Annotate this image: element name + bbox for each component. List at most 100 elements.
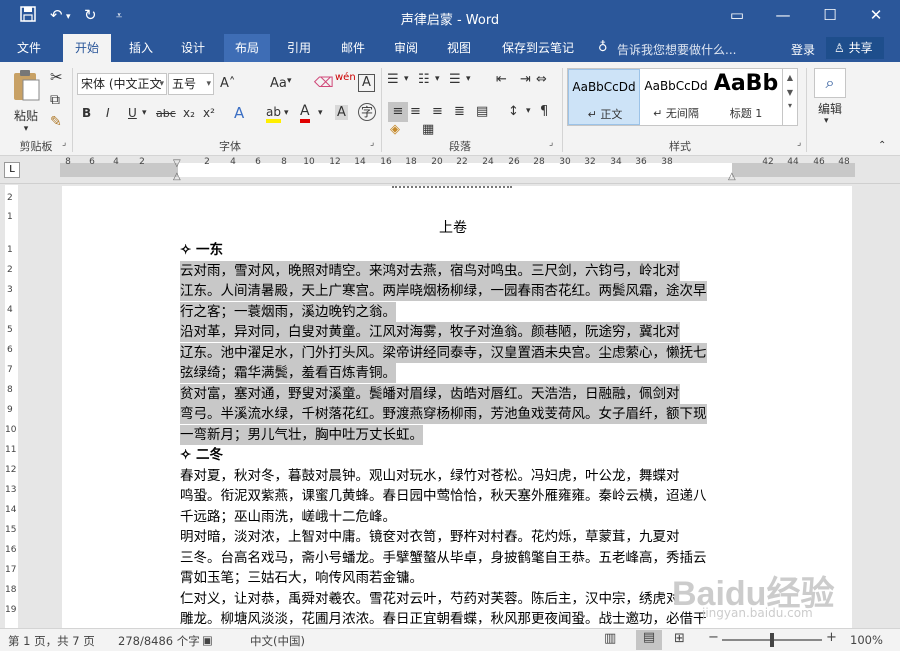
paragraph-launcher-icon[interactable]: ⌟ — [549, 138, 553, 148]
document-line[interactable]: 弯弓。半溪流水绿，千树落花红。野渡燕穿杨柳雨，芳池鱼戏芰荷风。女子眉纤，额下现 — [180, 404, 707, 424]
font-color-icon[interactable]: A — [300, 104, 310, 123]
document-line[interactable]: 千远路；巫山雨洗，嵯峨十二危峰。 — [180, 507, 396, 527]
document-line[interactable]: 江东。人间清暑殿，天上广寒宫。两岸晓烟杨柳绿，一园春雨杏花红。两鬓风霜，途次早 — [180, 281, 707, 301]
underline-button[interactable]: U — [128, 106, 137, 120]
styles-scroll[interactable]: ▲ ▼ ▾ — [782, 69, 797, 125]
section-heading[interactable]: ✧ 一东 — [180, 240, 223, 260]
word-count[interactable]: 278/8486 个字 — [118, 633, 200, 649]
cut-icon[interactable]: ✂ — [50, 68, 63, 86]
highlight-color-icon[interactable]: ab — [266, 105, 281, 123]
line-spacing-icon[interactable]: ↕ — [508, 104, 519, 119]
numbering-icon[interactable]: ☷ — [418, 72, 430, 87]
tab-file[interactable]: 文件 — [6, 34, 52, 62]
bullets-icon[interactable]: ☰ — [387, 72, 399, 87]
strikethrough-button[interactable]: abc — [156, 107, 176, 120]
tab-selector-icon[interactable]: L — [4, 162, 20, 178]
share-button[interactable]: ♙ 共享 — [826, 37, 884, 59]
paste-dropdown-icon[interactable]: ▾ — [8, 124, 44, 134]
tab-design[interactable]: 设计 — [170, 34, 216, 62]
chevron-down-icon[interactable]: ▾ — [404, 74, 409, 84]
collapse-ribbon-icon[interactable]: ⌃ — [878, 140, 886, 151]
tab-references[interactable]: 引用 — [276, 34, 322, 62]
hanging-indent-marker[interactable]: △ — [173, 171, 181, 182]
character-border-icon[interactable]: A — [358, 74, 375, 92]
tab-insert[interactable]: 插入 — [118, 34, 164, 62]
first-line-indent-marker[interactable]: ▽ — [173, 158, 181, 169]
chevron-up-icon[interactable]: ▲ — [783, 73, 797, 82]
sign-in-link[interactable]: 登录 — [791, 41, 815, 58]
tell-me-input[interactable]: 告诉我您想要做什么... — [617, 41, 736, 58]
document-line[interactable]: 行之客；一蓑烟雨，溪边晚钓之翁。 — [180, 301, 396, 322]
chevron-down-icon[interactable]: ▾ — [142, 108, 147, 118]
document-line[interactable]: 辽东。池中濯足水，门外打头风。梁帝讲经同泰寺，汉皇置酒未央宫。尘虑萦心，懒抚七 — [180, 342, 707, 363]
align-right-icon[interactable]: ≡ — [432, 104, 443, 119]
ribbon-display-options-icon[interactable]: ▭ — [722, 6, 752, 24]
tab-view[interactable]: 视图 — [436, 34, 482, 62]
justify-icon[interactable]: ≣ — [454, 104, 465, 119]
chevron-down-icon[interactable]: ▾ — [284, 108, 289, 118]
document-line[interactable]: 三冬。台高名戏马，斋小号蟠龙。手擘蟹螯从毕卓，身披鹤氅自王恭。五老峰高，秀插云 — [180, 548, 707, 568]
tab-review[interactable]: 审阅 — [383, 34, 429, 62]
superscript-button[interactable]: x² — [203, 106, 215, 120]
document-line[interactable]: 云对雨，雪对风，晚照对晴空。来鸿对去燕，宿鸟对鸣虫。三尺剑，六钧弓，岭北对 — [180, 260, 680, 281]
more-styles-icon[interactable]: ▾ — [783, 101, 797, 110]
format-painter-icon[interactable]: ✎ — [50, 114, 62, 130]
language-status[interactable]: 中文(中国) — [250, 633, 305, 649]
chevron-down-icon[interactable]: ▼ — [783, 88, 797, 97]
show-paragraph-marks-icon[interactable]: ¶ — [540, 104, 548, 119]
document-line[interactable]: 春对夏，秋对冬，暮鼓对晨钟。观山对玩水，绿竹对苍松。冯妇虎，叶公龙，舞蝶对 — [180, 466, 680, 486]
document-line[interactable]: 一弯新月；男儿气壮，胸中吐万丈长虹。 — [180, 424, 423, 445]
document-line[interactable]: 鸣蛩。衔泥双紫燕，课蜜几黄蜂。春日园中莺恰恰，秋天塞外雁雍雍。秦岭云横，迢递八 — [180, 486, 707, 506]
minimize-button[interactable]: — — [768, 6, 798, 24]
align-left-icon[interactable]: ≡ — [388, 102, 408, 122]
subscript-button[interactable]: x₂ — [183, 106, 195, 120]
font-name-combo[interactable]: 宋体 (中文正文 ▾ — [77, 73, 167, 95]
vertical-scrollbar[interactable] — [877, 185, 900, 628]
document-line[interactable]: 明对暗，淡对浓，上智对中庸。镜奁对衣笥，野杵对村舂。花灼烁，草蒙茸，九夏对 — [180, 527, 680, 547]
bold-button[interactable]: B — [82, 106, 91, 120]
zoom-out-icon[interactable]: − — [708, 630, 719, 645]
clipboard-launcher-icon[interactable]: ⌟ — [62, 138, 66, 148]
style-no-spacing[interactable]: AaBbCcDd ↵ 无间隔 — [640, 69, 712, 125]
phonetic-guide-icon[interactable]: wén — [335, 72, 356, 83]
tab-save-to-cloud[interactable]: 保存到云笔记 — [492, 34, 584, 62]
chevron-down-icon[interactable]: ▾ — [526, 106, 531, 116]
document-line[interactable]: 霄如玉笔；三姑石大，响传风雨若金镛。 — [180, 568, 423, 588]
style-heading-1[interactable]: AaBb 标题 1 — [712, 69, 780, 125]
paste-button[interactable]: 粘贴 ▾ — [8, 68, 44, 134]
close-button[interactable]: ✕ — [861, 6, 891, 24]
chinese-layout-icon[interactable]: ⇔ — [536, 72, 547, 87]
multilevel-list-icon[interactable]: ☰ — [449, 72, 461, 87]
tab-mailings[interactable]: 邮件 — [330, 34, 376, 62]
increase-indent-icon[interactable]: ⇥ — [520, 72, 531, 87]
shading-icon[interactable]: ◈ — [390, 122, 400, 137]
font-size-combo[interactable]: 五号 ▾ — [168, 73, 214, 95]
read-mode-icon[interactable]: ▥ — [604, 631, 616, 646]
document-line[interactable]: 仁对义，让对恭，禹舜对羲农。雪花对云叶，芍药对芙蓉。陈后主，汉中宗，绣虎对 — [180, 589, 680, 609]
zoom-level[interactable]: 100% — [850, 633, 883, 647]
document-line[interactable]: 弦绿绮；霜华满鬓，羞看百炼青铜。 — [180, 363, 396, 383]
document-line[interactable]: 贫对富，塞对通，野叟对溪童。鬓皤对眉绿，齿皓对唇红。天浩浩，日融融，佩剑对 — [180, 383, 680, 404]
chevron-down-icon[interactable]: ▾ — [824, 116, 829, 126]
web-layout-icon[interactable]: ⊞ — [674, 631, 685, 646]
chevron-down-icon[interactable]: ▾ — [466, 74, 471, 84]
search-icon[interactable]: ⌕ — [814, 68, 846, 98]
chevron-down-icon[interactable]: ▾ — [287, 76, 292, 86]
enclose-characters-icon[interactable]: 字 — [358, 103, 376, 121]
text-effects-icon[interactable]: A — [234, 104, 244, 122]
grow-font-icon[interactable]: A˄ — [220, 76, 235, 91]
align-center-icon[interactable]: ≡ — [410, 104, 421, 119]
print-layout-icon[interactable]: ▤ — [636, 630, 662, 650]
document-line[interactable]: 雕龙。柳塘风淡淡，花圃月浓浓。春日正宜朝看蝶，秋风那更夜闻蛩。战士邀功，必借干 — [180, 609, 707, 628]
font-launcher-icon[interactable]: ⌟ — [370, 138, 374, 148]
character-shading-icon[interactable]: A — [335, 105, 348, 120]
distributed-icon[interactable]: ▤ — [476, 104, 488, 119]
italic-button[interactable]: I — [106, 106, 110, 120]
chevron-down-icon[interactable]: ▾ — [435, 74, 440, 84]
document-line[interactable]: 沿对革，异对同，白叟对黄童。江风对海雾，牧子对渔翁。颜巷陋，阮途穷，冀北对 — [180, 322, 680, 342]
chevron-down-icon[interactable]: ▾ — [318, 108, 323, 118]
tab-layout[interactable]: 布局 — [224, 34, 270, 62]
zoom-slider-thumb[interactable] — [770, 633, 774, 647]
tab-home[interactable]: 开始 — [63, 34, 111, 62]
copy-icon[interactable]: ⧉ — [50, 92, 60, 108]
